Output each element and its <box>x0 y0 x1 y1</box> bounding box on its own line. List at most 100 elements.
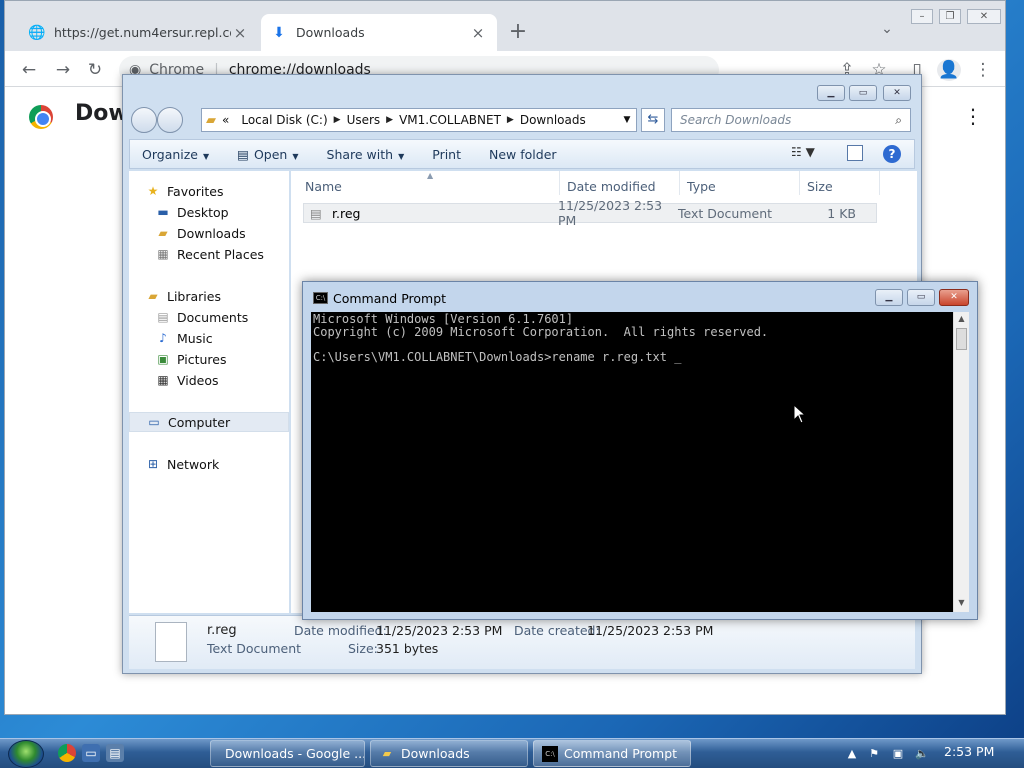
taskbar-button-cmd[interactable]: C:\ Command Prompt <box>533 740 691 767</box>
window-title: Command Prompt <box>333 291 447 306</box>
nav-network[interactable]: ⊞ Network <box>145 454 305 474</box>
column-divider[interactable] <box>559 171 560 195</box>
file-date: 11/25/2023 2:53 PM <box>558 198 663 228</box>
downloads-folder-icon: ▰ <box>158 226 168 240</box>
console-output[interactable]: Microsoft Windows [Version 6.1.7601] Copy… <box>311 312 953 612</box>
column-date-modified[interactable]: Date modified <box>567 179 656 194</box>
new-folder-button[interactable]: New folder <box>489 147 557 162</box>
column-size[interactable]: Size <box>807 179 833 194</box>
network-icon: ⊞ <box>147 457 159 471</box>
breadcrumb-local-disk[interactable]: Local Disk (C:) <box>241 113 327 127</box>
computer-icon: ▭ <box>148 415 160 429</box>
console-prompt-line: C:\Users\VM1.COLLABNET\Downloads>rename … <box>313 349 682 364</box>
chevron-right-icon[interactable]: ▶ <box>507 115 514 125</box>
scroll-thumb[interactable] <box>956 328 967 350</box>
help-icon[interactable]: ? <box>883 145 901 163</box>
address-bar[interactable]: ▰ « Local Disk (C:) ▶ Users ▶ VM1.COLLAB… <box>201 108 637 132</box>
tab-title: https://get.num4ersur.repl.co/r.r <box>54 25 231 40</box>
share-with-button[interactable]: Share with ▼ <box>327 147 405 162</box>
tab-downloads[interactable]: ⬇ Downloads × <box>261 14 497 51</box>
chrome-quicklaunch-icon[interactable] <box>58 744 76 762</box>
forward-icon[interactable]: → <box>51 59 75 81</box>
column-name[interactable]: Name <box>305 179 342 194</box>
clock[interactable]: 2:53 PM <box>944 744 994 759</box>
column-divider[interactable] <box>879 171 880 195</box>
close-button[interactable]: ✕ <box>939 289 969 306</box>
nav-buttons <box>131 107 191 133</box>
details-pane: r.reg Text Document Date modified: 11/25… <box>129 615 915 669</box>
scroll-up-icon[interactable]: ▲ <box>954 312 969 326</box>
back-icon[interactable]: ← <box>17 59 41 81</box>
more-options-icon[interactable]: ⋮ <box>963 103 983 129</box>
vertical-scrollbar[interactable]: ▲ ▼ <box>953 312 969 612</box>
back-button[interactable] <box>131 107 157 133</box>
taskbar-button-explorer[interactable]: ▰ Downloads <box>370 740 528 767</box>
chevron-right-icon[interactable]: ▶ <box>334 115 341 125</box>
restore-button[interactable]: ❐ <box>939 9 961 24</box>
print-button[interactable]: Print <box>432 147 461 162</box>
close-button[interactable]: ✕ <box>883 85 911 101</box>
chevron-right-icon[interactable]: ▶ <box>386 115 393 125</box>
maximize-button[interactable]: ▭ <box>849 85 877 101</box>
search-icon: ⌕ <box>895 113 902 127</box>
profile-icon[interactable]: 👤 <box>937 59 961 81</box>
reload-icon[interactable]: ↻ <box>83 59 107 81</box>
tab-title: Downloads <box>296 25 365 40</box>
column-divider[interactable] <box>799 171 800 195</box>
close-button[interactable]: ✕ <box>967 9 1001 24</box>
explorer-quicklaunch-icon[interactable]: ▤ <box>106 744 124 762</box>
preview-pane-icon[interactable] <box>847 145 863 161</box>
file-name: r.reg <box>332 205 361 221</box>
minimize-button[interactable]: ▁ <box>817 85 845 101</box>
documents-icon: ▤ <box>157 310 169 324</box>
nav-label: Computer <box>168 414 231 430</box>
maximize-button[interactable]: ▭ <box>907 289 935 306</box>
column-type[interactable]: Type <box>687 179 716 194</box>
taskbar-button-chrome[interactable]: Downloads - Google ... <box>210 740 365 767</box>
minimize-button[interactable]: – <box>911 9 933 24</box>
open-button[interactable]: ▤ Open ▼ <box>237 147 298 162</box>
tab-repl[interactable]: 🌐 https://get.num4ersur.repl.co/r.r × <box>19 14 259 51</box>
view-options-icon[interactable]: ☷ ▼ <box>791 145 815 159</box>
minimize-button[interactable]: ▁ <box>875 289 903 306</box>
show-desktop-quicklaunch-icon[interactable]: ▭ <box>82 744 100 762</box>
videos-icon: ▦ <box>157 373 169 387</box>
taskbar-label: Command Prompt <box>564 746 678 761</box>
tab-strip: 🌐 https://get.num4ersur.repl.co/r.r × ⬇ … <box>5 1 1005 51</box>
breadcrumb-users[interactable]: Users <box>347 113 381 127</box>
menu-icon[interactable]: ⋮ <box>971 59 995 81</box>
chevron-down-icon[interactable]: ▼ <box>618 115 636 125</box>
scroll-down-icon[interactable]: ▼ <box>954 596 969 610</box>
refresh-icon[interactable]: ⇆ <box>641 108 665 132</box>
sort-arrow-icon: ▲ <box>427 171 434 180</box>
breadcrumb-vm1[interactable]: VM1.COLLABNET <box>399 113 501 127</box>
forward-button[interactable] <box>157 107 183 133</box>
new-tab-button[interactable]: + <box>505 19 531 45</box>
action-center-icon[interactable]: ⚑ <box>866 746 882 762</box>
overflow-chevron[interactable]: « <box>222 113 229 127</box>
search-input[interactable]: Search Downloads ⌕ <box>671 108 911 132</box>
close-icon[interactable]: × <box>231 24 249 42</box>
open-label: Open <box>253 146 288 162</box>
volume-icon[interactable]: 🔈 <box>914 746 930 762</box>
file-row[interactable]: ▤ r.reg 11/25/2023 2:53 PM Text Document… <box>303 198 877 228</box>
nav-computer[interactable]: ▭ Computer <box>129 412 289 432</box>
nav-libraries[interactable]: ▰ Libraries <box>145 286 305 306</box>
nav-favorites[interactable]: ★ Favorites <box>145 181 305 201</box>
organize-button[interactable]: Organize ▼ <box>142 147 209 162</box>
pictures-icon: ▣ <box>157 352 169 366</box>
nav-label: Documents <box>177 309 249 325</box>
notepad-icon: ▤ <box>237 146 249 162</box>
show-hidden-icons[interactable]: ▲ <box>844 746 860 762</box>
breadcrumb-downloads[interactable]: Downloads <box>520 113 586 127</box>
close-icon[interactable]: × <box>469 24 487 42</box>
star-icon: ★ <box>147 184 159 198</box>
libraries-icon: ▰ <box>148 289 158 303</box>
globe-icon: 🌐 <box>28 24 46 41</box>
network-icon[interactable]: ▣ <box>890 746 906 762</box>
column-divider[interactable] <box>679 171 680 195</box>
chevron-down-icon[interactable]: ⌄ <box>875 21 899 45</box>
cmd-icon: C:\ <box>542 745 558 762</box>
start-button[interactable] <box>8 740 44 768</box>
